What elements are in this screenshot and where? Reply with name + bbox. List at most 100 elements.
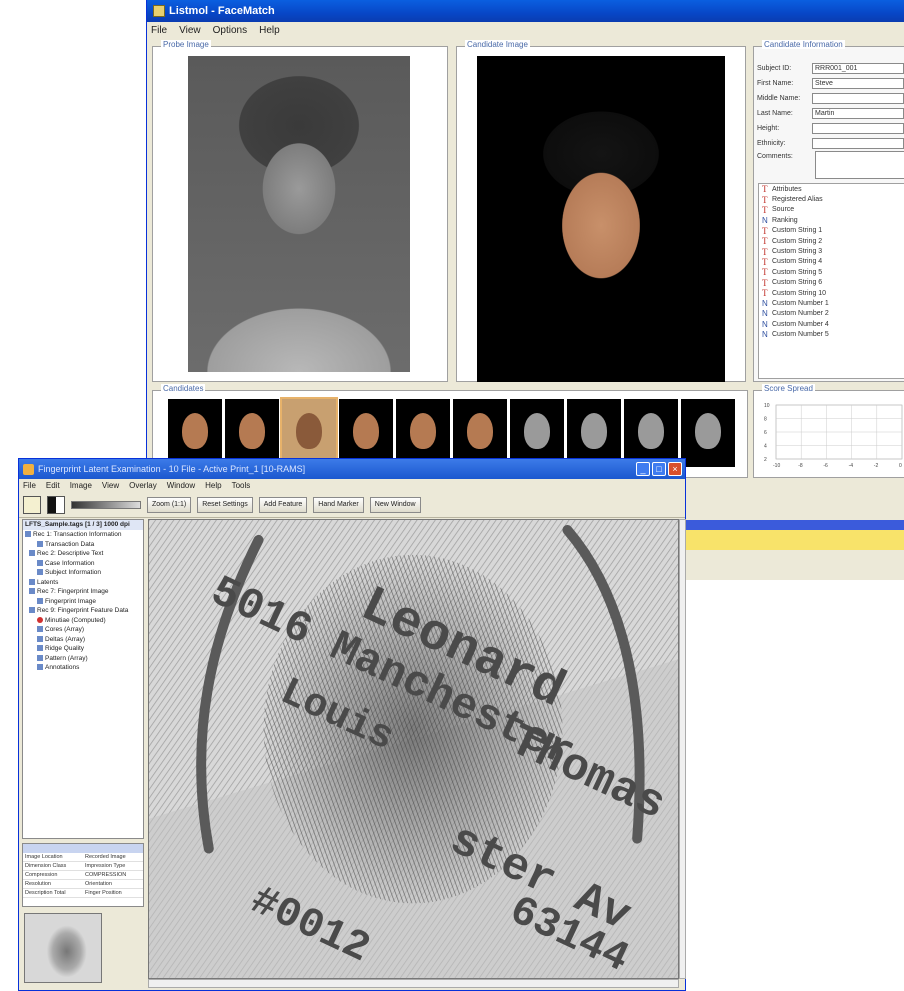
app-icon xyxy=(153,5,165,17)
add-feature-button[interactable]: Add Feature xyxy=(258,496,308,513)
new-window-button[interactable]: New Window xyxy=(369,496,421,513)
menu-options[interactable]: Options xyxy=(213,25,247,36)
tree-item[interactable]: Rec 9: Fingerprint Feature Data xyxy=(23,606,143,616)
brightness-slider[interactable] xyxy=(71,500,141,509)
attribute-item[interactable]: T Custom String 4 xyxy=(759,257,904,267)
comments-field[interactable] xyxy=(815,151,904,179)
attribute-label: Attributes xyxy=(772,185,802,193)
tree-item-label: Cores (Array) xyxy=(45,626,85,633)
candidate-thumbnail[interactable] xyxy=(168,399,222,467)
menu-image[interactable]: Image xyxy=(70,481,92,490)
field-label: Subject ID: xyxy=(757,65,792,72)
candidate-face xyxy=(638,413,664,449)
tree-item[interactable]: Rec 2: Descriptive Text xyxy=(23,549,143,559)
candidate-face xyxy=(182,413,208,449)
attribute-item[interactable]: N Custom Number 1 xyxy=(759,298,904,308)
candidate-thumbnail[interactable] xyxy=(225,399,279,467)
tree-item[interactable]: Fingerprint Image xyxy=(23,597,143,607)
height-field[interactable] xyxy=(812,123,904,134)
menu-view[interactable]: View xyxy=(179,25,201,36)
tree-header: LFTS_Sample.tags [1 / 3] 1000 dpi xyxy=(23,520,143,530)
menu-tools[interactable]: Tools xyxy=(232,481,251,490)
tree-item[interactable]: Cores (Array) xyxy=(23,625,143,635)
score-y-tick: 4 xyxy=(764,444,767,450)
attribute-item[interactable]: T Source xyxy=(759,205,904,215)
vertical-scrollbar[interactable] xyxy=(679,519,686,979)
latent-image: Leonard 5016 Manchester Louis Thomas ste… xyxy=(149,520,678,978)
close-button[interactable]: × xyxy=(668,462,682,476)
candidate-thumbnail[interactable] xyxy=(396,399,450,467)
attribute-item[interactable]: T Custom String 10 xyxy=(759,288,904,298)
candidate-face-image xyxy=(477,56,725,382)
menu-file[interactable]: File xyxy=(151,25,167,36)
contrast-icon[interactable] xyxy=(47,495,65,514)
zoom-select[interactable]: Zoom (1:1) xyxy=(147,496,192,513)
tree-item[interactable]: Ridge Quality xyxy=(23,644,143,654)
attribute-item[interactable]: N Custom Number 5 xyxy=(759,329,904,339)
attribute-item[interactable]: T Custom String 3 xyxy=(759,246,904,257)
hand-marker-button[interactable]: Hand Marker xyxy=(313,496,364,513)
attribute-list[interactable]: T Attributes T Registered Alias T Source N Rank… xyxy=(758,183,904,379)
tree-item[interactable]: Annotations xyxy=(23,663,143,673)
fingerprint-window-titlebar[interactable]: Fingerprint Latent Examination - 10 File… xyxy=(19,459,685,479)
tree-item-label: Rec 9: Fingerprint Feature Data xyxy=(37,607,129,614)
score-x-tick: 0 xyxy=(899,463,902,469)
maximize-button[interactable]: □ xyxy=(652,462,666,476)
candidate-face xyxy=(410,413,436,449)
menu-help[interactable]: Help xyxy=(205,481,221,490)
attribute-item[interactable]: T Custom String 6 xyxy=(759,278,904,288)
reset-settings-button[interactable]: Reset Settings xyxy=(197,496,253,513)
attribute-item[interactable]: T Attributes xyxy=(759,184,904,194)
middle-name-field[interactable] xyxy=(812,93,904,104)
attribute-item[interactable]: N Ranking xyxy=(759,215,904,225)
tree-item-label: Rec 1: Transaction Information xyxy=(33,531,122,538)
menu-help[interactable]: Help xyxy=(259,25,280,36)
property-row: Description Total Finger Position xyxy=(23,889,143,898)
menu-file[interactable]: File xyxy=(23,481,36,490)
menu-view[interactable]: View xyxy=(102,481,119,490)
tree-item[interactable]: Case Information xyxy=(23,559,143,569)
menu-edit[interactable]: Edit xyxy=(46,481,60,490)
candidate-face xyxy=(296,413,322,449)
candidate-thumbnail[interactable] xyxy=(567,399,621,467)
ethnicity-field[interactable] xyxy=(812,138,904,149)
attribute-item[interactable]: N Custom Number 4 xyxy=(759,319,904,329)
last-name-field[interactable]: Martin xyxy=(812,108,904,119)
tree-item[interactable]: Subject Information xyxy=(23,568,143,578)
minimize-button[interactable]: _ xyxy=(636,462,650,476)
latent-image-viewer[interactable]: Leonard 5016 Manchester Louis Thomas ste… xyxy=(148,519,679,979)
candidate-thumbnail[interactable] xyxy=(510,399,564,467)
tree-item[interactable]: Minutiae (Computed) xyxy=(23,616,143,626)
comments-row: Comments: xyxy=(757,153,812,160)
candidate-thumbnail[interactable] xyxy=(453,399,507,467)
attribute-item[interactable]: T Custom String 5 xyxy=(759,267,904,277)
tree-item[interactable]: Latents xyxy=(23,578,143,588)
candidate-thumbnail[interactable] xyxy=(280,397,338,469)
tree-item-label: Case Information xyxy=(45,559,95,567)
fingerprint-thumbnail[interactable] xyxy=(24,913,102,983)
attribute-label: Custom Number 1 xyxy=(772,299,829,307)
sun-icon[interactable] xyxy=(23,495,41,514)
text-type-icon: T xyxy=(762,246,768,257)
face-window-titlebar[interactable]: Listmol - FaceMatch xyxy=(147,0,904,22)
attribute-item[interactable]: T Custom String 2 xyxy=(759,236,904,246)
horizontal-scrollbar[interactable] xyxy=(148,979,679,988)
tree-item[interactable]: Deltas (Array) xyxy=(23,635,143,645)
attribute-item[interactable]: T Registered Alias xyxy=(759,194,904,205)
candidate-face xyxy=(695,413,721,449)
candidate-thumbnail[interactable] xyxy=(339,399,393,467)
tree-item[interactable]: Pattern (Array) xyxy=(23,654,143,664)
document-icon xyxy=(37,664,43,671)
menu-window[interactable]: Window xyxy=(167,481,195,490)
tree-item[interactable]: Transaction Data xyxy=(23,540,143,550)
candidate-thumbnail[interactable] xyxy=(624,399,678,467)
attribute-item[interactable]: T Custom String 1 xyxy=(759,226,904,236)
subject-id-field[interactable]: RRR001_001 xyxy=(812,63,904,74)
candidate-thumbnail[interactable] xyxy=(681,399,735,467)
tree-item[interactable]: Rec 7: Fingerprint Image xyxy=(23,587,143,597)
first-name-field[interactable]: Steve xyxy=(812,78,904,89)
attribute-item[interactable]: N Custom Number 2 xyxy=(759,309,904,319)
menu-overlay[interactable]: Overlay xyxy=(129,481,157,490)
first-name-row: First Name: Steve xyxy=(757,78,904,89)
tree-item[interactable]: Rec 1: Transaction Information xyxy=(23,530,143,540)
